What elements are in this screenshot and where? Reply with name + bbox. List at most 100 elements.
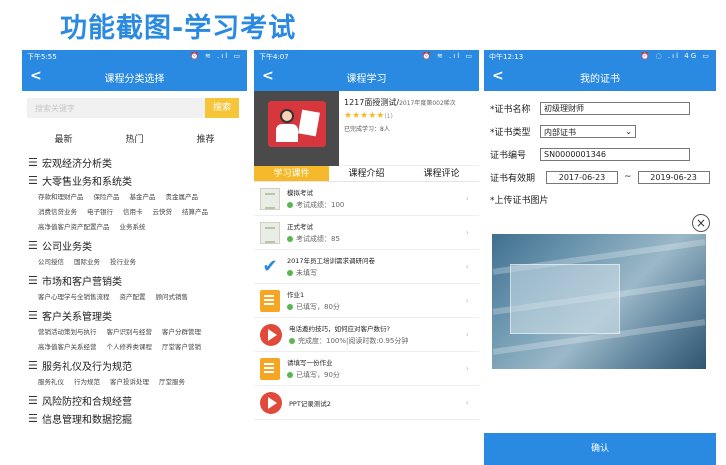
menu-icon: ☰ [28, 359, 38, 372]
subcategory-item[interactable]: 客户投诉处理 [110, 378, 149, 387]
category-item[interactable]: ☰ 服务礼仪及行为规范 [28, 358, 247, 373]
lesson-item[interactable]: ✔ 2017年员工培训需求调研问卷未填写 › [254, 250, 479, 284]
category-item[interactable]: ☰ 宏观经济分析类 [28, 155, 247, 170]
status-time: 下午4:07 [259, 53, 289, 61]
subcategory-item[interactable]: 云快贷 [153, 208, 173, 217]
learned-count: 已完成学习：8人 [344, 126, 390, 133]
category-list: ☰ 宏观经济分析类 ☰ 大零售业务和系统类存款和理财产品 保险产品 基金产品 贵金属产品消费… [22, 155, 247, 426]
subcategory-item[interactable]: 营销活动策划与执行 [38, 328, 97, 337]
chevron-right-icon: › [465, 262, 469, 271]
assignment-icon [260, 289, 280, 312]
category-label: 市场和客户营销类 [42, 277, 122, 288]
status-bar: 下午5:55 ⏰ ≋ .ıl ▭ [22, 50, 247, 63]
subcategory-item[interactable]: 基金产品 [130, 193, 156, 202]
category-item[interactable]: ☰ 风险防控和合规经营 [28, 393, 247, 408]
search-button[interactable]: 搜索 [205, 98, 239, 118]
lesson-title: 模拟考试 [287, 189, 313, 197]
category-item[interactable]: ☰ 信息管理和数据挖掘 [28, 411, 247, 426]
category-label: 风险防控和合规经营 [42, 397, 132, 408]
subcategory-item[interactable]: 客户心理学与全销售流程 [38, 293, 110, 302]
status-dot-icon [289, 338, 295, 344]
subcategory-item[interactable]: 结算产品 [182, 208, 208, 217]
subcategory-item[interactable]: 国际业务 [74, 258, 100, 267]
cert-type-select[interactable]: 内部证书 ⌄ [540, 124, 636, 138]
subcategory-item[interactable]: 存款和理财产品 [38, 193, 84, 202]
search-input[interactable]: 搜索关键字 [27, 98, 205, 118]
back-arrow-icon[interactable]: < [492, 68, 504, 84]
cert-name-label: *证书名称 [490, 104, 531, 115]
category-item[interactable]: ☰ 大零售业务和系统类 [28, 173, 247, 188]
status-dot-icon [287, 202, 293, 208]
course-category-screen: 下午5:55 ⏰ ≋ .ıl ▭ < 课程分类选择 搜索关键字 搜索 最新 热门… [22, 50, 247, 465]
subcategory-item[interactable]: 行为规范 [74, 378, 100, 387]
screen-title: 我的证书 [580, 73, 620, 85]
chevron-right-icon: › [465, 330, 469, 339]
category-item[interactable]: ☰ 客户关系管理类 [28, 308, 247, 323]
status-dot-icon [287, 304, 293, 310]
checklist-icon: ✔ [262, 255, 278, 277]
confirm-button[interactable]: 确认 [484, 433, 716, 465]
subcategory-item[interactable]: 保险产品 [94, 193, 120, 202]
subcategory-item[interactable]: 公司授信 [38, 258, 64, 267]
lesson-item[interactable]: 请填写一份作业 已填写，90分 › [254, 352, 479, 386]
lesson-status: 完成度：100%|阅读时数:0.95分钟 [289, 336, 479, 346]
subcategory-item[interactable]: 贵金属产品 [166, 193, 199, 202]
valid-from-input[interactable]: 2017-06-23 [546, 170, 618, 184]
subcategory-item[interactable]: 客户分群管理 [162, 328, 201, 337]
close-icon[interactable]: × [692, 214, 710, 232]
app-bar: < 我的证书 [484, 63, 716, 91]
subcategory-item[interactable]: 电子银行 [87, 208, 113, 217]
tab-latest[interactable]: 最新 [54, 132, 72, 145]
subcategory-group: 服务礼仪 行为规范 客户投诉处理 厅堂服务 [28, 375, 247, 390]
lesson-status: 未填写 [287, 268, 479, 278]
chevron-right-icon: › [465, 194, 469, 203]
subcategory-item[interactable]: 高净值客户资产配置产品 [38, 223, 110, 232]
tab-intro[interactable]: 课程介绍 [329, 166, 404, 181]
subcategory-item[interactable]: 投行业务 [110, 258, 136, 267]
course-thumbnail [254, 91, 339, 166]
lesson-title: 2017年员工培训需求调研问卷 [287, 257, 376, 265]
status-dot-icon [287, 270, 293, 276]
cert-name-input[interactable]: 初级理财师 [540, 101, 690, 115]
subcategory-item[interactable]: 厅堂客户营销 [162, 343, 201, 352]
subcategory-item[interactable]: 个人修养类课程 [107, 343, 153, 352]
back-arrow-icon[interactable]: < [30, 68, 42, 84]
category-item[interactable]: ☰ 公司业务类 [28, 238, 247, 253]
course-info: 1217面授测试/2017年度第002稀次 ★★★★★(1) 已完成学习：8人 [344, 97, 476, 133]
cert-number-input[interactable]: SN0000001346 [540, 147, 690, 161]
subcategory-item[interactable]: 资产配置 [120, 293, 146, 302]
subcategory-item[interactable]: 厅堂服务 [159, 378, 185, 387]
subcategory-item[interactable]: 客户识别与经营 [107, 328, 153, 337]
valid-to-input[interactable]: 2019-06-23 [637, 170, 710, 184]
screen-title: 课程学习 [346, 73, 387, 85]
lesson-item[interactable]: 正式考试 考试成绩：85 › [254, 216, 479, 250]
lesson-status-text: 考试成绩：100 [296, 201, 345, 209]
subcategory-group: 公司授信 国际业务 投行业务 [28, 255, 247, 270]
subcategory-item[interactable]: 业务系统 [120, 223, 146, 232]
lesson-title: 作业1 [287, 291, 305, 299]
category-item[interactable]: ☰ 市场和客户营销类 [28, 273, 247, 288]
lesson-list: 模拟考试考试成绩：100 › 正式考试 考试成绩：85 › ✔ 2017年员工培训需求调研问… [254, 182, 479, 420]
lesson-item[interactable]: 作业1 已填写，80分 › [254, 284, 479, 318]
sort-tabs: 最新 热门 推荐 [22, 132, 247, 145]
tab-courseware[interactable]: 学习课件 [254, 166, 329, 181]
lesson-title: 正式考试 [287, 223, 313, 231]
subcategory-item[interactable]: 顾问式销售 [156, 293, 189, 302]
subcategory-item[interactable]: 消费信贷业务 [38, 208, 77, 217]
lesson-item[interactable]: PPT记录测试2 › [254, 386, 479, 420]
app-bar: < 课程分类选择 [22, 63, 247, 91]
cert-type-row: *证书类型 内部证书 ⌄ [490, 124, 716, 138]
course-header: 1217面授测试/2017年度第002稀次 ★★★★★(1) 已完成学习：8人 [254, 91, 479, 166]
back-arrow-icon[interactable]: < [262, 68, 274, 84]
tab-comments[interactable]: 课程评论 [404, 166, 479, 181]
chevron-right-icon: › [465, 296, 469, 305]
tab-recommended[interactable]: 推荐 [196, 132, 214, 145]
lesson-item[interactable]: 电话邀约技巧，如何应对客户数衍? 完成度：100%|阅读时数:0.95分钟 › [254, 318, 479, 352]
subcategory-item[interactable]: 高净值客户关系经营 [38, 343, 97, 352]
app-bar: < 课程学习 [254, 63, 479, 91]
tab-hot[interactable]: 热门 [125, 132, 143, 145]
lesson-status-text: 未填写 [296, 269, 317, 277]
subcategory-item[interactable]: 信用卡 [123, 208, 143, 217]
subcategory-item[interactable]: 服务礼仪 [38, 378, 64, 387]
lesson-item[interactable]: 模拟考试考试成绩：100 › [254, 182, 479, 216]
